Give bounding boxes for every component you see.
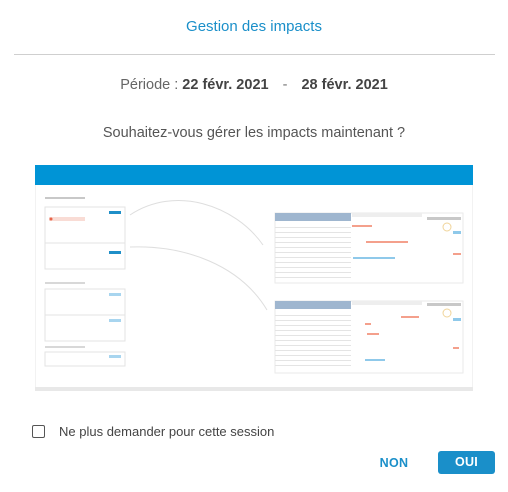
question-text: Souhaitez-vous gérer les impacts mainten… (102, 125, 406, 141)
period-end-date: 28 févr. 2021 (301, 77, 388, 93)
dialog-title: Gestion des impacts (186, 18, 322, 35)
period-row: Période : 22 févr. 2021 - 28 févr. 2021 (0, 77, 508, 93)
yes-button[interactable]: OUI (438, 451, 495, 474)
dont-ask-again-label: Ne plus demander pour cette session (59, 424, 275, 439)
period-start-date: 22 févr. 2021 (182, 77, 269, 93)
period-separator: - (282, 77, 288, 93)
no-button[interactable]: NON (369, 452, 419, 474)
title-separator (14, 54, 495, 55)
dont-ask-again-checkbox[interactable] (32, 425, 45, 438)
dont-ask-again-row[interactable]: Ne plus demander pour cette session (32, 424, 274, 439)
impact-illustration (35, 165, 473, 391)
period-label: Période : (120, 77, 179, 93)
